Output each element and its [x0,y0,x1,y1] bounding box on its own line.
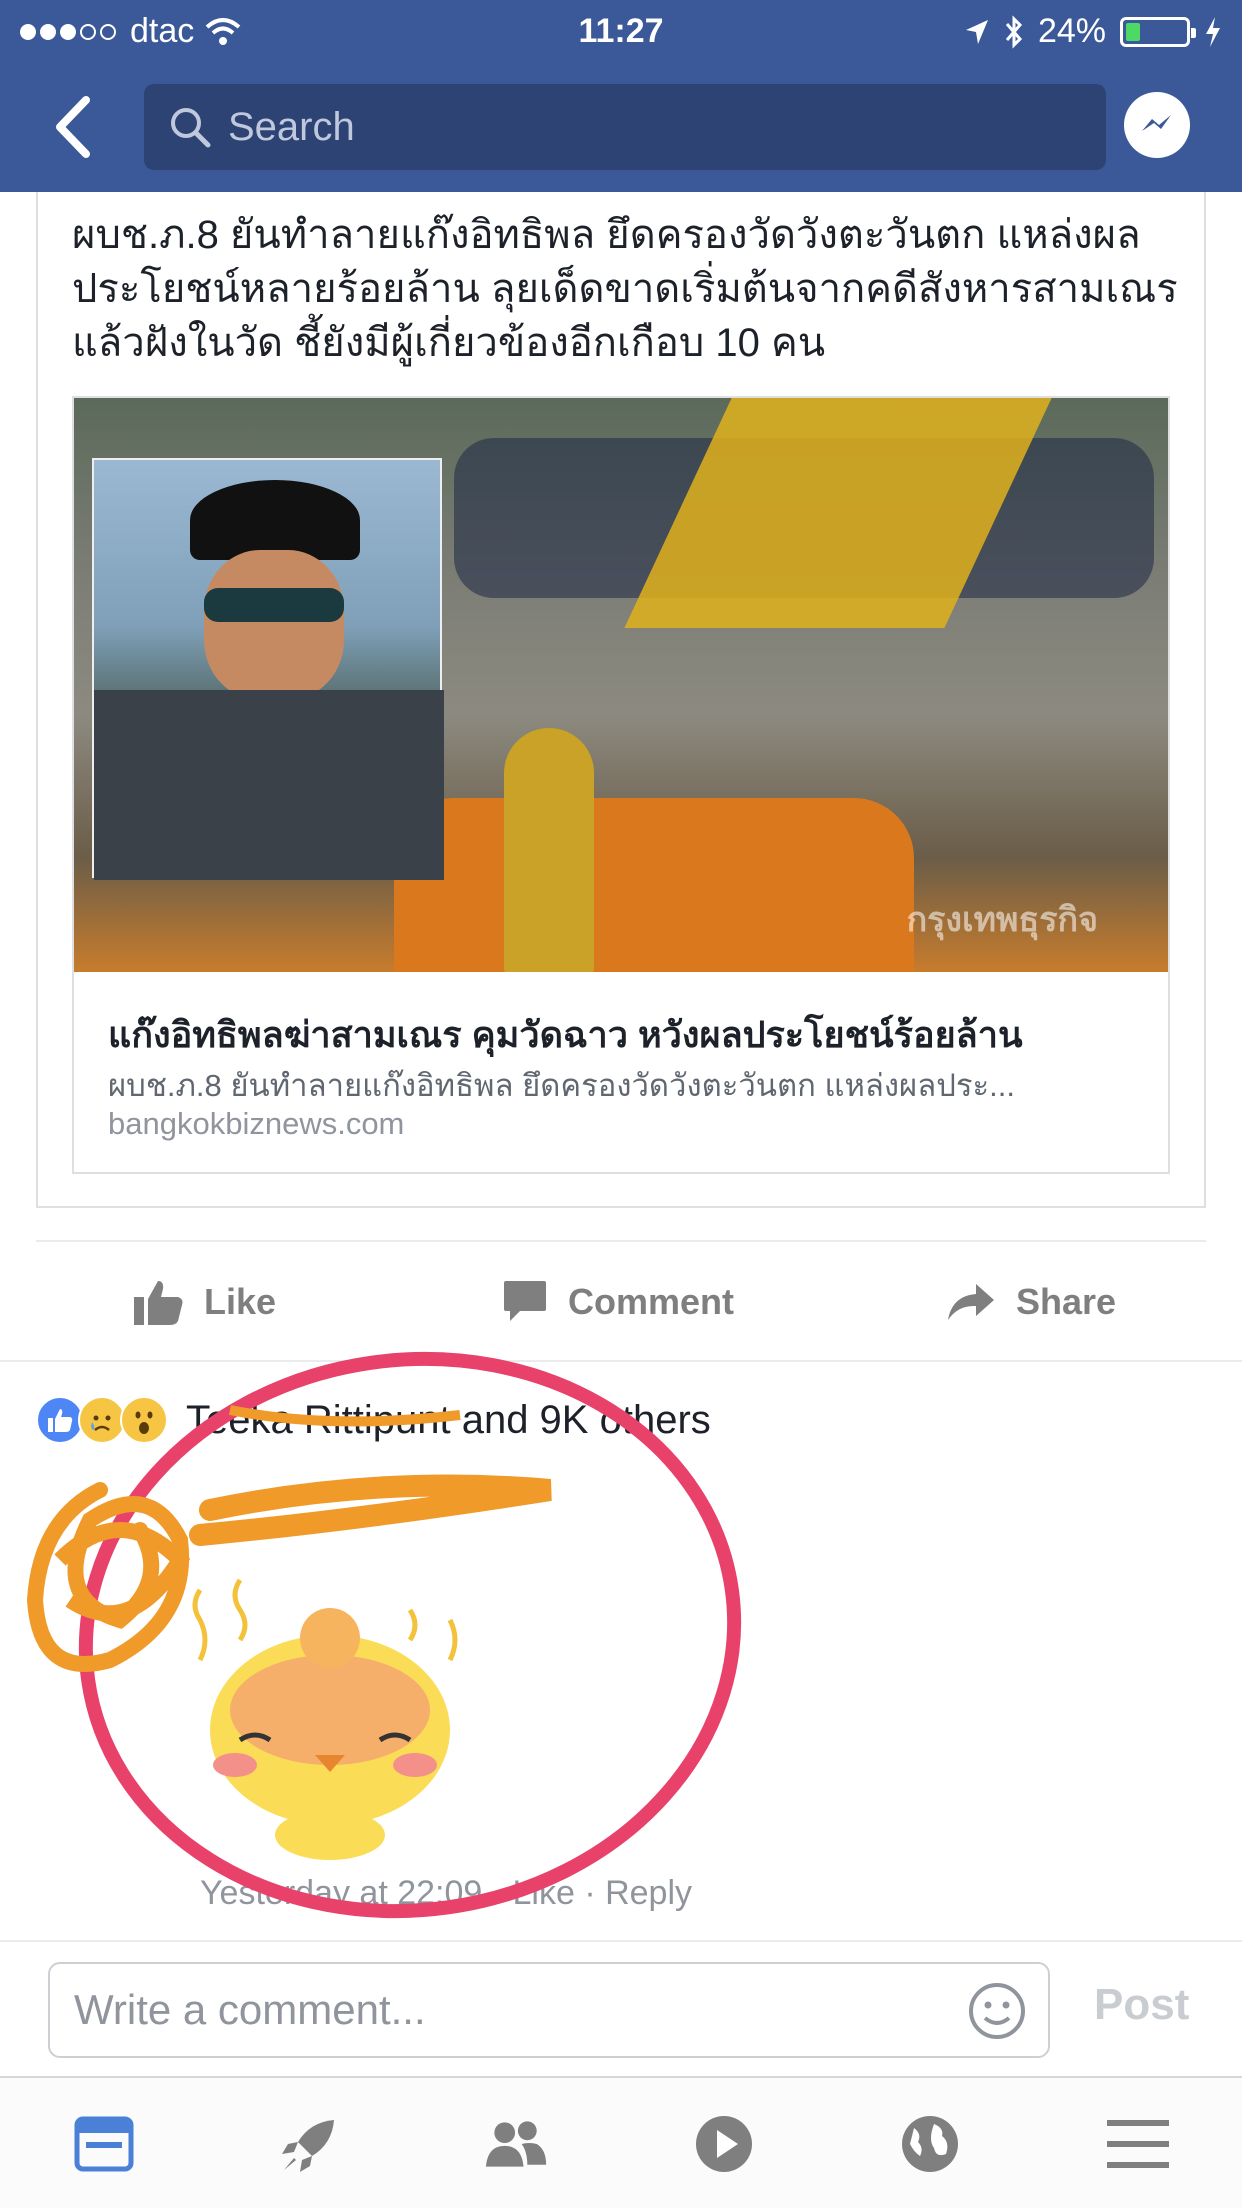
chevron-left-icon [56,96,90,158]
divider [0,1940,1242,1942]
like-reaction-icon [36,1396,84,1444]
bluetooth-icon [1005,14,1022,49]
comment-label: Comment [568,1281,735,1322]
tab-bar [0,2076,1242,2208]
post-text: ผบช.ภ.8 ยันทำลายแก๊งอิทธิพล ยึดครองวัดวั… [72,213,1178,365]
friends-icon [485,2121,547,2167]
status-bar: dtac 11:27 24% [0,0,1242,60]
facebook-post-screen: dtac 11:27 24% Search ผบช.ภ.8 ยันทำลายแก… [0,0,1242,2208]
share-icon [948,1284,994,1320]
search-input[interactable]: Search [144,84,1106,170]
link-preview[interactable]: กรุงเทพธุรกิจ แก๊งอิทธิพลฆ่าสามเณร คุมวั… [72,396,1170,1174]
back-button[interactable] [48,92,108,162]
action-row: Like Comment Share [0,1262,1242,1342]
reactions-summary[interactable]: Teeka Rittipunt and 9K others [36,1396,711,1444]
video-icon [696,2116,752,2172]
thumbs-up-icon [134,1281,183,1325]
link-description: ผบช.ภ.8 ยันทำลายแก๊งอิทธิพล ยึดครองวัดวั… [108,1068,1016,1103]
messenger-button[interactable] [1124,92,1190,158]
globe-icon [902,2116,958,2172]
menu-icon [1107,2120,1169,2168]
link-title: แก๊งอิทธิพลฆ่าสามเณร คุมวัดฉาว หวังผลประ… [108,1014,1023,1055]
search-icon [171,108,211,148]
emoji-icon[interactable] [968,1982,1026,2040]
tab-video[interactable] [692,2112,756,2176]
reactions-text: Teeka Rittipunt and 9K others [186,1397,711,1442]
link-domain: bangkokbiznews.com [108,1106,405,1141]
messenger-icon [1142,115,1171,131]
battery-icon [1120,16,1196,47]
comment-input[interactable]: Write a comment... [48,1962,1050,2058]
tab-news-feed[interactable] [72,2112,136,2176]
battery-percent: 24% [1037,12,1106,50]
search-placeholder: Search [228,104,355,149]
share-label: Share [1016,1281,1117,1322]
comment-placeholder: Write a comment... [74,1986,426,2033]
tab-notifications[interactable] [898,2112,962,2176]
divider [36,1240,1206,1242]
like-button[interactable]: Like [134,1262,276,1342]
comment-meta: Yesterday at 22:09 · Like · Reply [200,1874,693,1912]
link-preview-image: กรุงเทพธุรกิจ [74,398,1168,972]
location-icon [965,19,988,44]
tab-friends[interactable] [484,2112,548,2176]
status-right: 24% [964,12,1222,51]
tab-explore[interactable] [278,2112,342,2176]
comment-icon [504,1281,546,1321]
post-button[interactable]: Post [1094,1980,1189,2030]
rocket-icon [282,2120,334,2172]
comment-button[interactable]: Comment [502,1262,734,1342]
wow-reaction-icon [120,1396,168,1444]
sad-reaction-icon [78,1396,126,1444]
share-button[interactable]: Share [946,1262,1116,1342]
sticker-image [180,1560,480,1860]
news-feed-icon [74,2116,134,2172]
image-watermark: กรุงเทพธุรกิจ [906,901,1098,939]
like-label: Like [204,1281,277,1322]
tab-menu[interactable] [1106,2112,1170,2176]
divider [0,1360,1242,1362]
top-bar: dtac 11:27 24% Search [0,0,1242,192]
charging-icon [1206,16,1220,47]
officer-photo [92,458,444,880]
